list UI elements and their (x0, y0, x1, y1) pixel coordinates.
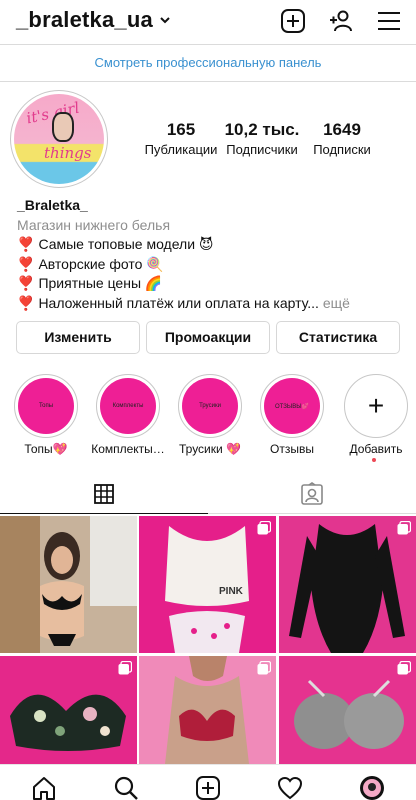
highlight-tops[interactable]: Топы Топы💖 (14, 374, 78, 456)
account-switcher[interactable]: _braletka_ua (16, 7, 171, 33)
post-image (279, 656, 416, 764)
bio-line: ❣️ Наложенный платёж или оплата на карту.… (17, 294, 407, 314)
stat-following-value: 1649 (323, 120, 361, 139)
highlight-ring: Трусики (178, 374, 242, 438)
heart-bullet-icon: ❣️ (17, 236, 35, 252)
post-image: PINK (139, 516, 276, 653)
bio-line-text: Самые топовые модели 😈 (38, 236, 214, 252)
stat-followers[interactable]: 10,2 тыс. Подписчики (222, 120, 302, 157)
avatar-art-text-bottom: things (44, 144, 92, 162)
stat-posts-label: Публикации (144, 142, 218, 157)
tagged-icon[interactable] (300, 482, 324, 506)
post-thumbnail[interactable] (0, 516, 137, 653)
heart-bullet-icon: ❣️ (17, 275, 35, 291)
highlight-cover: Топы (18, 378, 74, 434)
highlight-label: Отзывы (270, 442, 314, 456)
multiple-images-icon (397, 521, 411, 535)
bio-line: ❣️ Авторские фото 🍭 (17, 255, 407, 275)
new-post-icon[interactable] (280, 8, 306, 34)
heart-bullet-icon: ❣️ (17, 255, 35, 272)
plus-icon: + (348, 378, 404, 434)
post-print-text: PINK (219, 586, 244, 597)
highlight-ring: ОТЗЫВЫ💕 (260, 374, 324, 438)
highlight-label: Добавить (349, 442, 403, 456)
highlight-ring: Комплекты (96, 374, 160, 438)
post-thumbnail[interactable]: PINK (139, 516, 276, 653)
highlight-ring: + (344, 374, 408, 438)
highlight-cover: Комплекты (100, 378, 156, 434)
profile-name: _Braletka_ (17, 197, 88, 213)
bio-line-text: Наложенный платёж или оплата на карту... (38, 294, 319, 311)
profile-avatar-icon[interactable] (359, 775, 385, 800)
create-post-icon[interactable] (195, 775, 221, 800)
search-icon[interactable] (113, 775, 139, 800)
multiple-images-icon (257, 661, 271, 675)
post-thumbnail[interactable] (279, 516, 416, 653)
promotions-button[interactable]: Промоакции (146, 321, 270, 354)
post-image (279, 516, 416, 653)
stat-followers-label: Подписчики (226, 142, 298, 157)
chevron-down-icon (160, 17, 170, 24)
top-bar: _braletka_ua (0, 0, 416, 44)
professional-dashboard-link[interactable]: Смотреть профессиональную панель (0, 44, 416, 82)
avatar-image: it's girl things (14, 94, 104, 184)
discover-people-icon[interactable] (328, 8, 354, 34)
menu-icon[interactable] (376, 8, 402, 34)
highlight-ring: Топы (14, 374, 78, 438)
bio-line: ❣️ Самые топовые модели 😈 (17, 235, 407, 255)
bio-line-text: Авторские фото 🍭 (38, 255, 164, 272)
highlight-panties[interactable]: Трусики Трусики 💖 (178, 374, 242, 456)
grid-icon[interactable] (94, 484, 114, 504)
home-icon[interactable] (31, 775, 57, 800)
profile-avatar[interactable]: it's girl things (10, 90, 108, 188)
tab-divider (208, 513, 416, 514)
avatar-face (52, 112, 74, 142)
bottom-navigation (0, 764, 416, 800)
multiple-images-icon (118, 661, 132, 675)
insights-button[interactable]: Статистика (276, 321, 400, 354)
highlight-add-new[interactable]: + Добавить (344, 374, 408, 456)
heart-icon[interactable] (277, 775, 303, 800)
post-image (139, 656, 276, 764)
notification-dot (372, 458, 376, 462)
multiple-images-icon (257, 521, 271, 535)
active-tab-indicator (0, 513, 208, 514)
stat-following-label: Подписки (313, 142, 371, 157)
profile-bio: _Braletka_ Магазин нижнего белья ❣️ Самые… (17, 196, 407, 313)
username: _braletka_ua (16, 7, 153, 32)
highlight-cover: Трусики (182, 378, 238, 434)
bio-line-text: Приятные цены 🌈 (38, 275, 163, 291)
post-image (0, 516, 137, 653)
stat-posts[interactable]: 165 Публикации (142, 120, 220, 157)
profile-category: Магазин нижнего белья (17, 216, 171, 233)
multiple-images-icon (397, 661, 411, 675)
highlight-reviews[interactable]: ОТЗЫВЫ💕 Отзывы (260, 374, 324, 456)
highlight-sets[interactable]: Комплекты Комплекты… (91, 374, 165, 456)
highlight-cover: ОТЗЫВЫ💕 (264, 378, 320, 434)
edit-profile-button[interactable]: Изменить (16, 321, 140, 354)
stat-followers-value: 10,2 тыс. (224, 120, 300, 139)
stat-following[interactable]: 1649 Подписки (306, 120, 378, 157)
profile-tabs (0, 472, 416, 516)
bio-more-link[interactable]: ещё (323, 295, 350, 311)
heart-bullet-icon: ❣️ (17, 294, 35, 311)
post-image (0, 656, 137, 764)
stat-posts-value: 165 (166, 120, 196, 139)
bio-line: ❣️ Приятные цены 🌈 (17, 274, 407, 294)
